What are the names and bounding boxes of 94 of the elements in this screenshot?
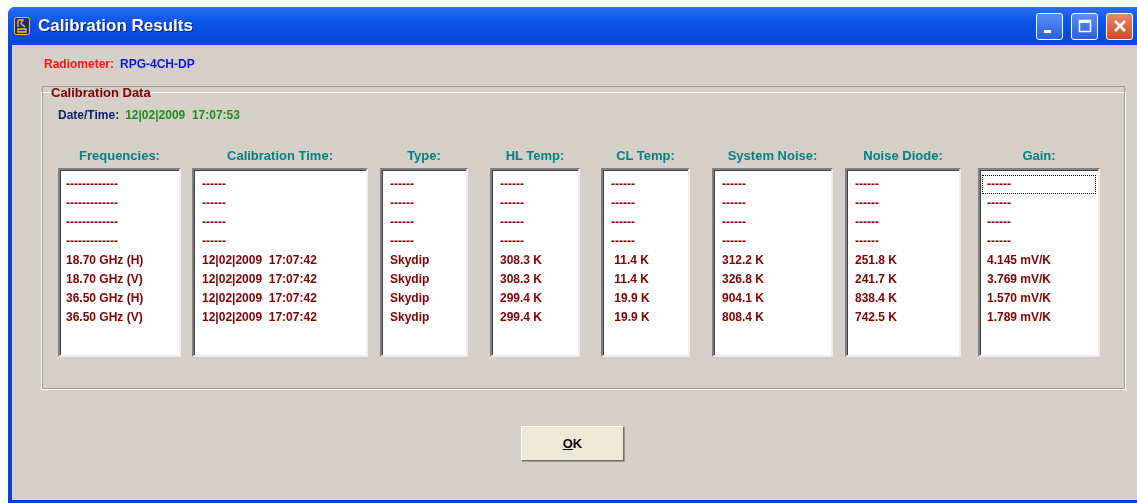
list-box[interactable]: ------------- ------------- ------------- ------------- 18.70 GHz (H) 18.70 GHz (V) 36.50 GHz (H) 36.50 GHz (V) (58, 168, 181, 357)
list-item[interactable]: Skydip (384, 251, 464, 270)
close-icon (1112, 19, 1127, 33)
radiometer-value: RPG-4CH-DP (120, 57, 195, 71)
radiometer-label: Radiometer: (44, 57, 114, 71)
list-item[interactable]: 308.3 K (494, 270, 576, 289)
list-item[interactable]: 12|02|2009 17:07:42 (196, 289, 364, 308)
list-item[interactable]: ------ (605, 232, 686, 251)
list-box[interactable]: ------ ------ ------ ------ 312.2 K 326.8 K 904.1 K 808.4 K (712, 168, 833, 357)
list-item[interactable]: ------ (849, 194, 957, 213)
ok-button[interactable]: OK (521, 426, 624, 461)
list-item[interactable]: ------ (384, 213, 464, 232)
list-box[interactable]: ------ ------ ------ ------ 12|02|2009 17:07:42 12|02|2009 17:07:42 12|02|2009 17:07:42 12|02|2009 17:07:42 (192, 168, 368, 357)
column-header: HL Temp: (505, 148, 565, 165)
list-item[interactable]: ------ (716, 213, 829, 232)
list-box[interactable]: ------ ------ ------ ------ 308.3 K 308.3 K 299.4 K 299.4 K (490, 168, 580, 357)
list-item[interactable]: ------ (494, 232, 576, 251)
list-item[interactable]: 11.4 K (605, 270, 686, 289)
list-item[interactable]: ------------- (62, 232, 177, 251)
list-box[interactable]: ------ ------ ------ ------ Skydip Skydip Skydip Skydip (380, 168, 468, 357)
column-header: Type: (407, 148, 441, 165)
list-item[interactable]: 36.50 GHz (H) (62, 289, 177, 308)
list-item[interactable]: ------ (849, 232, 957, 251)
list-box[interactable]: ------ ------ ------ ------ 251.8 K 241.7 K 838.4 K 742.5 K (845, 168, 961, 357)
group-title: Calibration Data (51, 85, 151, 100)
list-item[interactable]: 11.4 K (605, 251, 686, 270)
list-item[interactable]: ------ (716, 232, 829, 251)
list-item[interactable]: Skydip (384, 270, 464, 289)
list-item[interactable]: ------ (716, 194, 829, 213)
list-item[interactable]: 18.70 GHz (H) (62, 251, 177, 270)
list-item[interactable]: 12|02|2009 17:07:42 (196, 251, 364, 270)
list-item[interactable]: ------ (849, 213, 957, 232)
maximize-button[interactable] (1071, 12, 1098, 40)
list-item[interactable]: ------ (494, 175, 576, 194)
list-item[interactable]: ------ (384, 194, 464, 213)
list-item[interactable]: 12|02|2009 17:07:42 (196, 308, 364, 327)
datetime-label: Date/Time: (58, 108, 120, 122)
list-item[interactable]: ------------- (62, 213, 177, 232)
list-item[interactable]: ------ (716, 175, 829, 194)
list-item[interactable]: 241.7 K (849, 270, 957, 289)
list-item[interactable]: ------ (196, 213, 364, 232)
close-button[interactable] (1106, 12, 1133, 40)
window-title: Calibration Results (38, 16, 194, 36)
minimize-button[interactable] (1036, 12, 1063, 40)
list-box[interactable]: ------ ------ ------ ------ 4.145 mV/K 3.769 mV/K 1.570 mV/K 1.789 mV/K (978, 168, 1100, 357)
maximize-icon (1077, 19, 1092, 33)
list-item[interactable]: ------ (494, 213, 576, 232)
list-item[interactable]: 1.570 mV/K (982, 289, 1096, 308)
list-item[interactable]: ------------- (62, 194, 177, 213)
column-header: System Noise: (727, 148, 818, 165)
list-item[interactable]: 3.769 mV/K (982, 270, 1096, 289)
list-item[interactable]: 251.8 K (849, 251, 957, 270)
list-item[interactable]: ------ (384, 175, 464, 194)
list-item[interactable]: 808.4 K (716, 308, 829, 327)
list-item[interactable]: ------ (605, 175, 686, 194)
list-item[interactable]: 19.9 K (605, 308, 686, 327)
list-item[interactable]: Skydip (384, 308, 464, 327)
list-item[interactable]: ------ (196, 232, 364, 251)
column-header: CL Temp: (616, 148, 675, 165)
list-item[interactable]: ------------- (62, 175, 177, 194)
list-item[interactable]: ------ (982, 213, 1096, 232)
column-header: Noise Diode: (863, 148, 943, 165)
list-item[interactable]: ------ (384, 232, 464, 251)
list-item[interactable]: 742.5 K (849, 308, 957, 327)
list-item[interactable]: ------ (849, 175, 957, 194)
list-item[interactable]: ------ (605, 213, 686, 232)
list-item[interactable]: 4.145 mV/K (982, 251, 1096, 270)
list-item[interactable]: 326.8 K (716, 270, 829, 289)
list-item[interactable]: 36.50 GHz (V) (62, 308, 177, 327)
list-item[interactable]: 904.1 K (716, 289, 829, 308)
list-item[interactable]: ------ (982, 175, 1096, 194)
list-item[interactable]: 1.789 mV/K (982, 308, 1096, 327)
list-item[interactable]: ------ (605, 194, 686, 213)
list-item[interactable]: 299.4 K (494, 308, 576, 327)
list-item[interactable]: 299.4 K (494, 289, 576, 308)
list-item[interactable]: ------ (494, 194, 576, 213)
list-item[interactable]: ------ (982, 232, 1096, 251)
column-header: Frequencies: (79, 148, 160, 165)
list-item[interactable]: 18.70 GHz (V) (62, 270, 177, 289)
list-item[interactable]: 308.3 K (494, 251, 576, 270)
list-item[interactable]: 838.4 K (849, 289, 957, 308)
column-header: Calibration Time: (227, 148, 333, 165)
list-item[interactable]: 12|02|2009 17:07:42 (196, 270, 364, 289)
column-header: Gain: (1022, 148, 1056, 165)
app-logo-icon (14, 17, 30, 35)
list-item[interactable]: ------ (196, 175, 364, 194)
minimize-icon (1044, 29, 1051, 33)
list-item[interactable]: 19.9 K (605, 289, 686, 308)
datetime-value: 12|02|2009 17:07:53 (125, 108, 240, 122)
list-item[interactable]: 312.2 K (716, 251, 829, 270)
list-item[interactable]: ------ (982, 194, 1096, 213)
list-item[interactable]: Skydip (384, 289, 464, 308)
list-box[interactable]: ------ ------ ------ ------ 11.4 K 11.4 K 19.9 K 19.9 K (601, 168, 690, 357)
list-item[interactable]: ------ (196, 194, 364, 213)
